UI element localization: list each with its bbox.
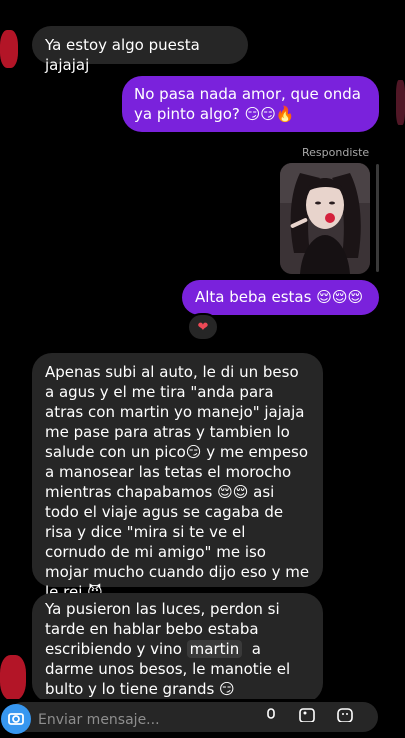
camera-button[interactable] [1, 704, 31, 734]
mention-tag[interactable]: martin [186, 640, 243, 658]
message-received[interactable]: Ya pusieron las luces, perdon si tarde e… [32, 593, 323, 718]
heart-reaction-icon[interactable]: ❤ [187, 313, 219, 341]
message-placeholder: Enviar mensaje... [38, 712, 160, 728]
replied-label: Respondiste [302, 146, 370, 159]
right-edge-mark [396, 80, 405, 125]
reply-indicator [376, 164, 379, 272]
message-sent[interactable]: Alta beba estas 😌😌😌 [182, 280, 379, 315]
photo-thumbnail [280, 163, 370, 274]
message-received[interactable]: Ya estoy algo puesta jajajaj [32, 26, 248, 74]
message-received[interactable]: Apenas subi al auto, le di un beso a agu… [32, 353, 323, 601]
camera-icon [8, 713, 24, 725]
bottom-left-mark [0, 655, 26, 700]
replied-photo[interactable] [280, 163, 370, 274]
message-sent[interactable]: No pasa nada amor, que onda ya pinto alg… [122, 76, 379, 132]
left-edge-mark [0, 30, 18, 68]
